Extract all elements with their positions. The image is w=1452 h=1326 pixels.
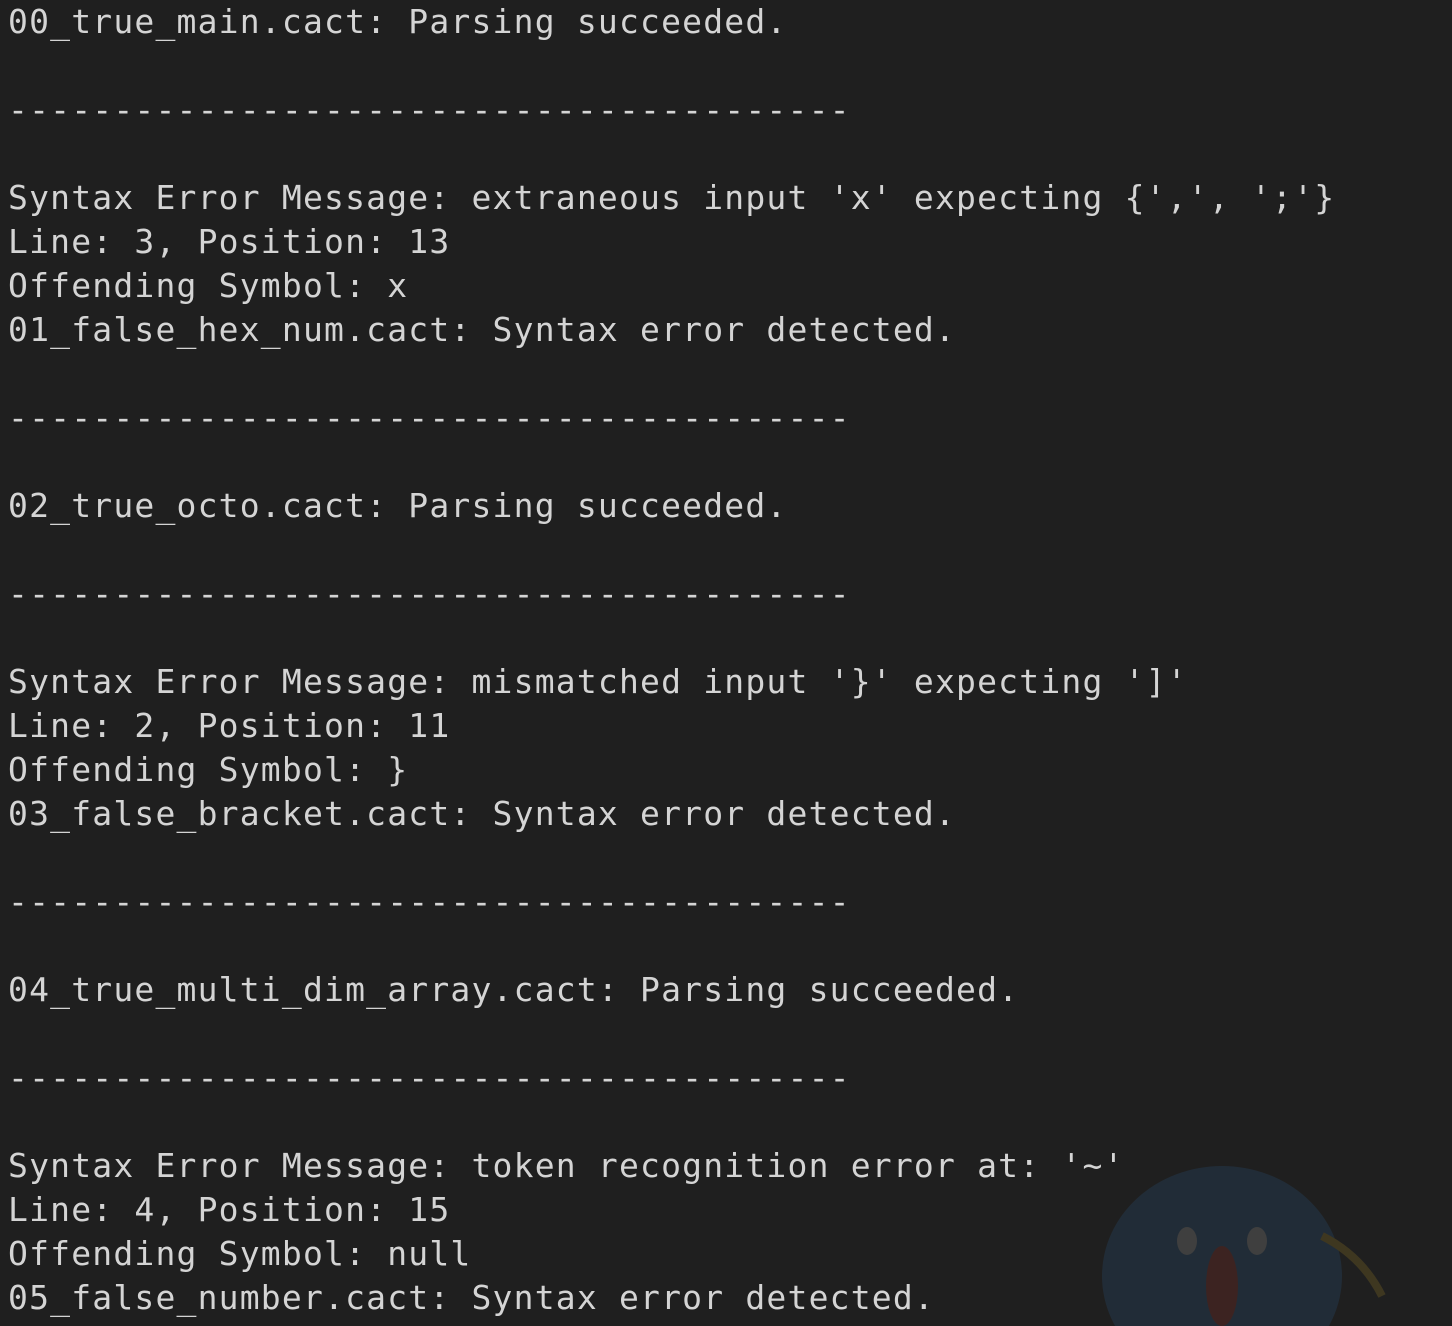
error-position-line: Line: 2, Position: 11: [8, 706, 451, 745]
separator-line: ----------------------------------------: [8, 574, 851, 613]
offending-symbol-line: Offending Symbol: x: [8, 266, 409, 305]
output-line: 04_true_multi_dim_array.cact: Parsing su…: [8, 970, 1020, 1009]
output-line: 02_true_octo.cact: Parsing succeeded.: [8, 486, 788, 525]
separator-line: ----------------------------------------: [8, 90, 851, 129]
terminal-output: 00_true_main.cact: Parsing succeeded. --…: [0, 0, 1452, 1326]
output-line: 03_false_bracket.cact: Syntax error dete…: [8, 794, 957, 833]
offending-symbol-line: Offending Symbol: }: [8, 750, 409, 789]
error-position-line: Line: 3, Position: 13: [8, 222, 451, 261]
output-line: 00_true_main.cact: Parsing succeeded.: [8, 2, 788, 41]
background-mascot-image: [1102, 1166, 1386, 1326]
separator-line: ----------------------------------------: [8, 882, 851, 921]
error-message-line: Syntax Error Message: mismatched input '…: [8, 662, 1188, 701]
output-line: 01_false_hex_num.cact: Syntax error dete…: [8, 310, 957, 349]
separator-line: ----------------------------------------: [8, 398, 851, 437]
separator-line: ----------------------------------------: [8, 1058, 851, 1097]
error-message-line: Syntax Error Message: extraneous input '…: [8, 178, 1336, 217]
